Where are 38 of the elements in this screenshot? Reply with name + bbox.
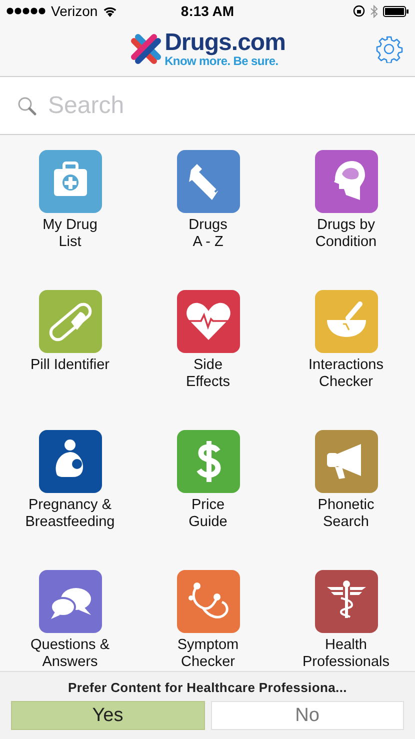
wifi-icon <box>102 6 117 16</box>
search-field[interactable]: Search <box>0 77 415 134</box>
search-icon <box>17 96 37 116</box>
dollar-icon[interactable] <box>176 430 240 493</box>
stethoscope-icon[interactable] <box>176 570 240 633</box>
prompt-question: Prefer Content for Healthcare Professiona... <box>68 680 347 695</box>
tile-label[interactable]: Questions & Answers <box>30 637 110 671</box>
tile-label[interactable]: Drugs A - Z <box>188 217 228 251</box>
signal-icon <box>6 7 46 15</box>
tile-label[interactable]: Drugs by Condition <box>315 217 377 251</box>
tile-label[interactable]: Pill Identifier <box>30 357 110 374</box>
logo-icon <box>130 33 162 65</box>
head-icon[interactable] <box>314 150 378 213</box>
mortar-icon[interactable] <box>314 290 378 353</box>
megaphone-icon[interactable] <box>314 430 378 493</box>
tile-label[interactable]: Health Professionals <box>302 637 390 671</box>
tile-label[interactable]: Side Effects <box>186 357 230 391</box>
caduceus-icon[interactable] <box>314 570 378 633</box>
tile-label[interactable]: My Drug List <box>42 217 98 251</box>
bluetooth-icon <box>370 4 378 18</box>
tile-label[interactable]: Symptom Checker <box>177 637 239 671</box>
tile-label[interactable]: Price Guide <box>188 497 228 531</box>
status-time: 8:13 AM <box>180 3 234 19</box>
carrier-name: Verizon <box>51 3 98 19</box>
tile-label[interactable]: Pregnancy & Breastfeeding <box>25 497 115 531</box>
brand-name: Drugs.com <box>164 31 286 55</box>
tagline: Know more. Be sure. <box>164 55 278 67</box>
chat-icon[interactable] <box>38 570 102 633</box>
mother-icon[interactable] <box>38 430 102 493</box>
tile-label[interactable]: Phonetic Search <box>318 497 374 531</box>
answer-button[interactable]: No <box>210 701 404 730</box>
tile-label[interactable]: Interactions Checker <box>308 357 384 391</box>
battery-icon <box>383 6 409 16</box>
pill-icon[interactable] <box>38 290 102 353</box>
answer-button[interactable]: Yes <box>11 701 204 730</box>
rotation-lock-icon <box>353 5 365 17</box>
first-aid-icon[interactable] <box>38 150 102 213</box>
settings-icon[interactable] <box>375 35 403 63</box>
